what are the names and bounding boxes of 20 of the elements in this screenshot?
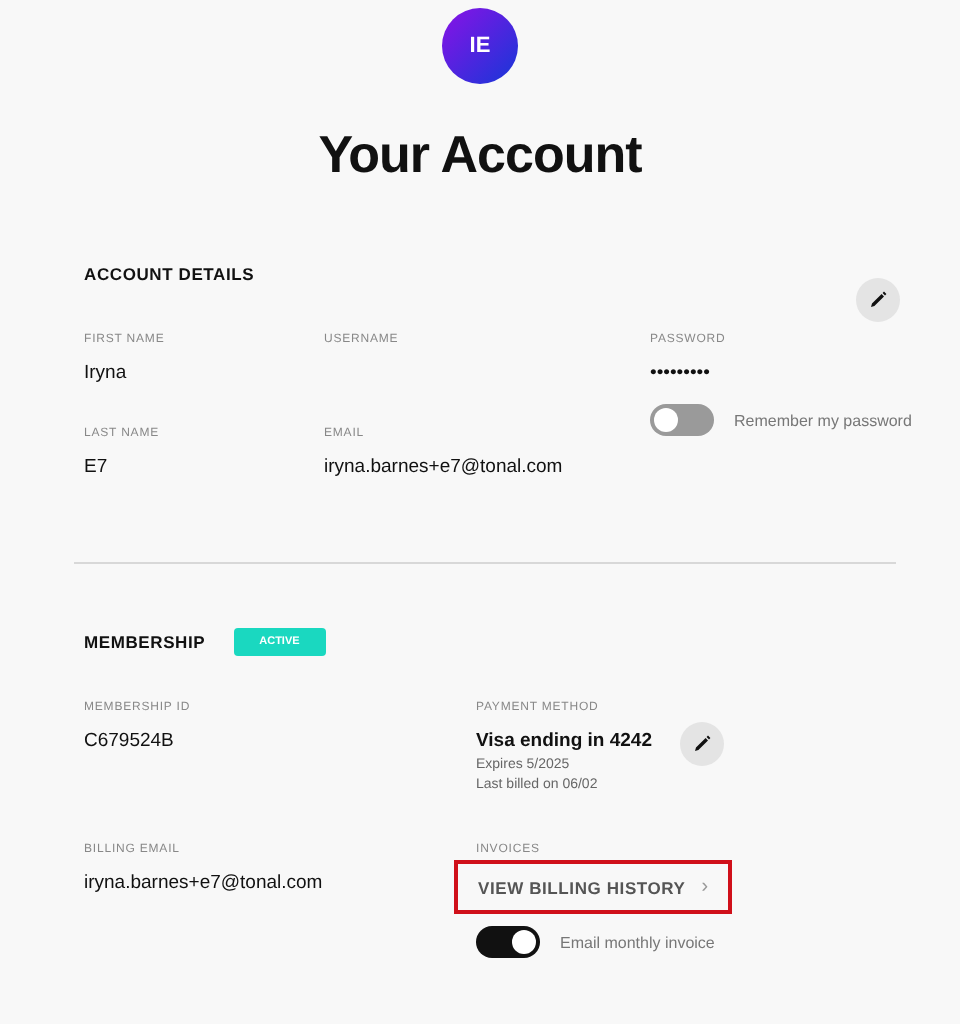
edit-button[interactable]: [680, 722, 725, 766]
toggle-switch[interactable]: [476, 926, 540, 958]
field-value: Iryna: [84, 362, 129, 384]
field-value: Visa ending in 4242: [476, 730, 653, 752]
field-value: C679524B: [84, 730, 176, 752]
toggle-label: Email monthly invoice: [560, 933, 715, 951]
avatar: IE: [442, 8, 518, 84]
field-value: iryna.barnes+e7@tonal.com: [324, 456, 565, 478]
page-title: Your Account: [318, 124, 642, 186]
toggle-label: Remember my password: [734, 411, 912, 429]
section-heading: MEMBERSHIP: [84, 632, 206, 652]
field-value: E7: [84, 456, 110, 478]
field-value: iryna.barnes+e7@tonal.com: [84, 872, 325, 894]
field-value: •••••••••: [650, 362, 712, 384]
section-heading: ACCOUNT DETAILS: [84, 264, 255, 284]
pencil-icon: [692, 734, 713, 754]
pencil-icon: [868, 290, 888, 310]
edit-button[interactable]: [856, 278, 900, 322]
toggle-switch[interactable]: [650, 404, 714, 436]
billing-history-link[interactable]: VIEW BILLING HISTORY ›: [454, 860, 733, 914]
